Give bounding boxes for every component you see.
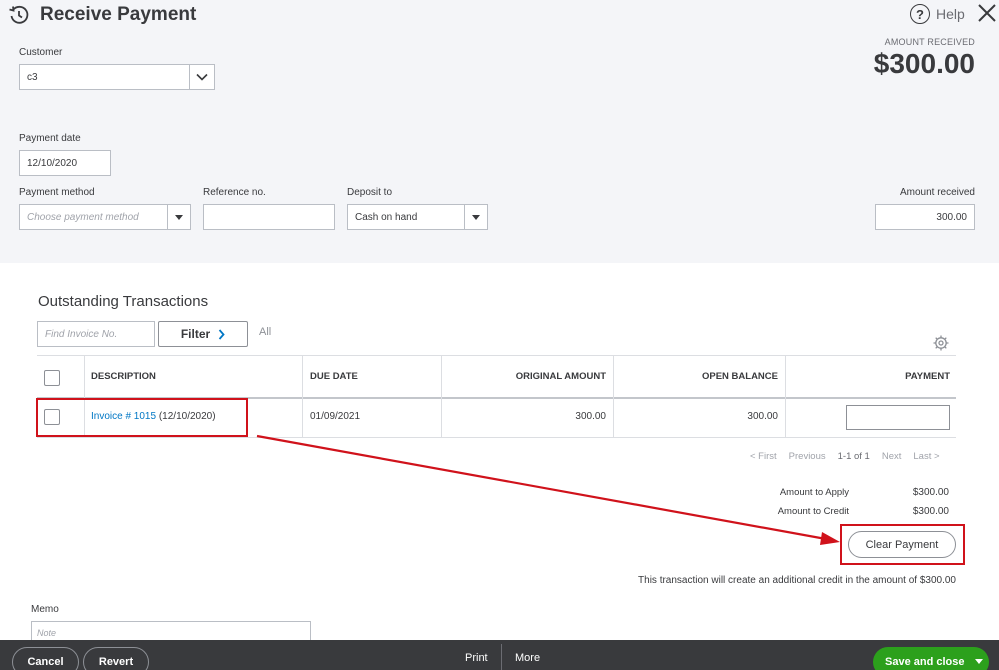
row-payment-input[interactable] [846,405,950,430]
close-icon[interactable] [976,2,998,27]
payment-date-value: 12/10/2020 [27,157,78,169]
help-button[interactable]: ? Help [910,4,965,24]
payment-date-field[interactable]: 12/10/2020 [19,150,111,176]
caret-down-icon [175,214,183,220]
chevron-down-icon [196,73,208,81]
caret-down-icon[interactable] [975,659,983,664]
print-button[interactable]: Print [465,652,488,664]
footer-bar: Cancel Revert Print More Save and close [0,640,999,670]
cancel-button[interactable]: Cancel [12,647,79,670]
page-title: Receive Payment [40,4,197,25]
amount-to-apply-value: $300.00 [912,487,949,498]
reference-input[interactable] [203,204,335,230]
payment-date-label: Payment date [19,133,81,144]
row-open-balance: 300.00 [747,411,778,422]
amount-received-input[interactable]: 300.00 [875,204,975,230]
pager-next[interactable]: Next [882,451,902,462]
customer-dropdown-button[interactable] [189,64,215,90]
footer-divider [501,644,502,670]
caret-down-icon [472,214,480,220]
filter-button[interactable]: Filter [158,321,248,347]
chevron-right-icon [218,328,225,340]
all-filter-label: All [259,326,272,338]
pager-previous[interactable]: Previous [789,451,826,462]
payment-method-select[interactable]: Choose payment method [19,204,191,230]
amount-received-input-value: 300.00 [936,211,967,223]
column-header-payment[interactable]: PAYMENT [905,371,950,382]
save-and-close-label: Save and close [885,656,965,668]
pager-last[interactable]: Last > [913,451,939,462]
payment-method-label: Payment method [19,187,95,198]
table-top-border [37,355,956,356]
annotation-box-clear-payment [840,524,965,565]
pager-first[interactable]: < First [750,451,777,462]
amount-received-label: Amount received [899,187,975,198]
amount-to-credit-value: $300.00 [912,506,949,517]
help-label: Help [936,6,965,22]
deposit-to-value: Cash on hand [355,211,418,223]
amount-to-apply-label: Amount to Apply [779,487,849,498]
column-header-open-balance[interactable]: OPEN BALANCE [702,371,778,382]
annotation-box-invoice [36,398,248,437]
help-icon: ? [910,4,930,24]
pagination: < First Previous 1-1 of 1 Next Last > [750,451,940,462]
memo-label: Memo [31,604,59,615]
payment-form-panel: Receive Payment ? Help AMOUNT RECEIVED $… [0,0,999,263]
pager-range: 1-1 of 1 [837,451,870,462]
customer-select[interactable]: c3 [19,64,215,90]
title-row: Receive Payment [8,4,196,26]
select-all-checkbox[interactable] [44,370,60,386]
customer-label: Customer [19,47,63,58]
row-due-date: 01/09/2021 [310,411,361,422]
find-invoice-input[interactable]: Find Invoice No. [37,321,155,347]
table-col-divider [441,355,442,438]
column-header-description[interactable]: DESCRIPTION [91,371,156,382]
amount-received-caption: AMOUNT RECEIVED [884,37,975,47]
amount-received-total: $300.00 [873,48,975,79]
amount-to-credit-label: Amount to Credit [777,506,849,517]
revert-button[interactable]: Revert [83,647,149,670]
outstanding-transactions-title: Outstanding Transactions [38,293,209,310]
table-col-divider [302,355,303,438]
column-header-original-amount[interactable]: ORIGINAL AMOUNT [516,371,606,382]
deposit-to-label: Deposit to [347,187,393,198]
customer-value: c3 [27,71,38,83]
more-button[interactable]: More [515,652,540,664]
payment-method-dropdown-button[interactable] [167,204,191,230]
deposit-to-dropdown-button[interactable] [464,204,488,230]
deposit-to-select[interactable]: Cash on hand [347,204,488,230]
gear-icon[interactable] [932,334,950,355]
row-original-amount: 300.00 [575,411,606,422]
reference-label: Reference no. [203,187,266,198]
credit-note: This transaction will create an addition… [638,575,956,586]
memo-placeholder: Note [37,628,57,638]
payment-method-placeholder: Choose payment method [27,211,139,223]
find-invoice-placeholder: Find Invoice No. [45,328,118,340]
table-col-divider [613,355,614,438]
filter-label: Filter [180,327,211,341]
recent-history-icon[interactable] [8,4,30,26]
table-row-border [37,437,956,438]
column-header-due-date[interactable]: DUE DATE [310,371,358,382]
table-col-divider [785,355,786,438]
save-and-close-button[interactable]: Save and close [873,647,989,670]
